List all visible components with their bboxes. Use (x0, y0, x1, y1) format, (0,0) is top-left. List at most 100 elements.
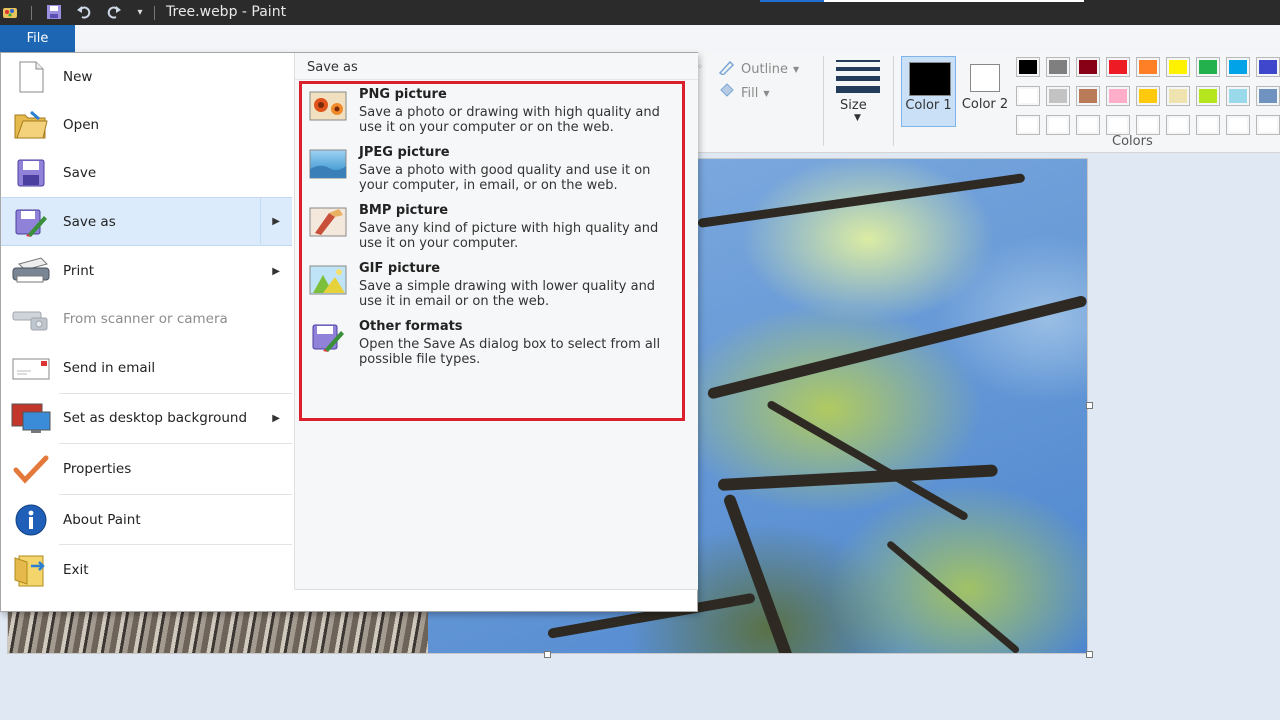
palette-swatch-color (1229, 60, 1247, 74)
palette-swatch-color (1139, 60, 1157, 74)
menu-item-label: Exit (63, 562, 89, 578)
color2-label: Color 2 (961, 97, 1009, 112)
customize-dropdown-icon[interactable]: ▾ (131, 3, 149, 21)
palette-swatch[interactable] (1106, 86, 1130, 106)
fill-button[interactable]: Fill ▼ (718, 83, 770, 103)
palette-swatch-color (1019, 118, 1037, 132)
palette-swatch[interactable] (1256, 115, 1280, 135)
tree-branch (706, 294, 1087, 400)
ribbon-divider (823, 56, 824, 146)
scanner-icon (11, 301, 51, 337)
palette-swatch-color (1259, 118, 1277, 132)
palette-swatch[interactable] (1046, 57, 1070, 77)
palette-swatch-color (1079, 118, 1097, 132)
chevron-down-icon: ▼ (793, 64, 800, 74)
menu-item-about-paint[interactable]: About Paint (1, 496, 292, 544)
menu-divider (59, 443, 292, 444)
undo-icon[interactable] (75, 3, 93, 21)
palette-swatch[interactable] (1016, 86, 1040, 106)
menu-item-label: Properties (63, 461, 132, 477)
title-separator (31, 6, 32, 20)
open-folder-icon (11, 107, 51, 143)
palette-swatch[interactable] (1016, 57, 1040, 77)
palette-swatch-color (1049, 60, 1067, 74)
palette-swatch[interactable] (1226, 86, 1250, 106)
palette-swatch-color (1049, 118, 1067, 132)
outline-button[interactable]: Outline ▼ (718, 59, 799, 79)
redo-icon[interactable] (105, 3, 123, 21)
chevron-right-icon: ▶ (272, 216, 280, 227)
title-accent (824, 0, 1084, 2)
palette-swatch[interactable] (1016, 115, 1040, 135)
save-as-submenu: Save as PNG picture Save a photo or draw… (294, 53, 698, 590)
menu-item-send-email[interactable]: Send in email (1, 344, 292, 392)
file-tab[interactable]: File (0, 25, 75, 52)
size-label: Size (840, 98, 867, 113)
palette-swatch-color (1019, 89, 1037, 103)
menu-item-print[interactable]: Print ▶ (1, 247, 292, 295)
color1-label: Color 1 (905, 98, 952, 113)
save-as-icon (11, 204, 51, 240)
menu-item-new[interactable]: New (1, 53, 292, 101)
palette-swatch[interactable] (1136, 86, 1160, 106)
palette-swatch[interactable] (1046, 115, 1070, 135)
chevron-down-icon: ▼ (763, 88, 770, 98)
ribbon-tab-strip (0, 25, 1280, 53)
palette-swatch[interactable] (1136, 115, 1160, 135)
menu-item-from-scanner[interactable]: From scanner or camera (1, 295, 292, 343)
resize-handle[interactable] (544, 651, 551, 658)
printer-icon (11, 253, 51, 289)
palette-swatch-color (1139, 118, 1157, 132)
palette-swatch[interactable] (1166, 86, 1190, 106)
color2-button[interactable]: Color 2 (960, 56, 1010, 127)
color2-swatch (970, 64, 1000, 92)
palette-swatch[interactable] (1106, 115, 1130, 135)
palette-swatch[interactable] (1196, 86, 1220, 106)
palette-swatch[interactable] (1046, 86, 1070, 106)
palette-swatch-color (1109, 89, 1127, 103)
palette-swatch-color (1109, 60, 1127, 74)
tree-branch (885, 539, 1021, 653)
palette-swatch[interactable] (1256, 86, 1280, 106)
palette-swatch[interactable] (1166, 115, 1190, 135)
palette-swatch[interactable] (1256, 57, 1280, 77)
color1-button[interactable]: Color 1 (901, 56, 956, 127)
save-as-heading: Save as (307, 60, 358, 75)
resize-handle[interactable] (1086, 651, 1093, 658)
palette-swatch[interactable] (1196, 57, 1220, 77)
color-palette (1014, 56, 1280, 135)
menu-item-save[interactable]: Save (1, 149, 292, 197)
checkmark-icon (11, 451, 51, 487)
menu-item-save-as[interactable]: Save as ▶ (1, 197, 292, 246)
palette-swatch-color (1169, 89, 1187, 103)
submenu-divider (295, 79, 698, 80)
palette-swatch[interactable] (1226, 57, 1250, 77)
palette-swatch[interactable] (1196, 115, 1220, 135)
palette-swatch[interactable] (1076, 115, 1100, 135)
size-button[interactable]: Size ▼ (832, 58, 882, 128)
menu-item-exit[interactable]: Exit (1, 546, 292, 594)
palette-swatch[interactable] (1076, 86, 1100, 106)
palette-swatch-color (1229, 118, 1247, 132)
title-bar: ▾ Tree.webp - Paint (0, 0, 1280, 25)
palette-swatch[interactable] (1226, 115, 1250, 135)
menu-item-label: New (63, 69, 93, 85)
resize-handle[interactable] (1086, 402, 1093, 409)
paint-app-icon[interactable] (2, 3, 20, 21)
save-icon[interactable] (45, 3, 63, 21)
palette-swatch-color (1169, 60, 1187, 74)
palette-swatch[interactable] (1136, 57, 1160, 77)
fill-label: Fill (741, 85, 759, 101)
menu-item-open[interactable]: Open (1, 101, 292, 149)
save-disk-icon (11, 155, 51, 191)
info-icon (11, 502, 51, 538)
outline-brush-icon (718, 59, 736, 79)
palette-swatch[interactable] (1166, 57, 1190, 77)
ribbon-divider (893, 56, 894, 146)
palette-swatch-color (1259, 60, 1277, 74)
palette-swatch[interactable] (1076, 57, 1100, 77)
menu-item-set-desktop-background[interactable]: Set as desktop background ▶ (1, 394, 292, 442)
palette-swatch[interactable] (1106, 57, 1130, 77)
exit-icon (11, 552, 51, 588)
menu-item-properties[interactable]: Properties (1, 445, 292, 493)
